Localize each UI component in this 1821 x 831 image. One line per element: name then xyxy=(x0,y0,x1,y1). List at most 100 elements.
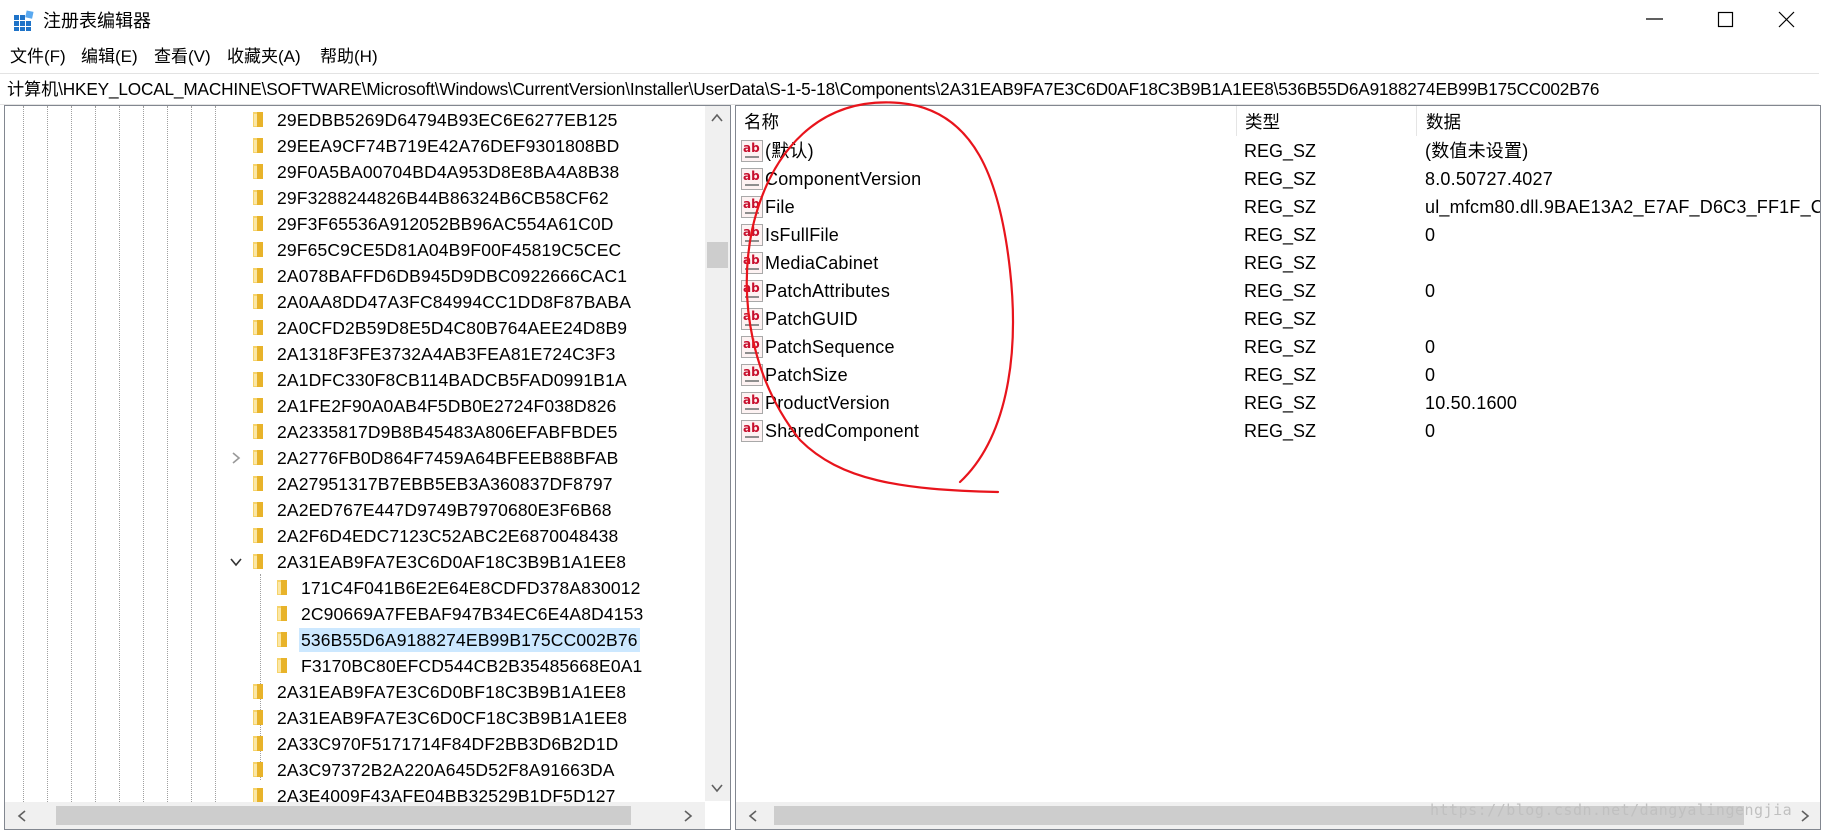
value-name: File xyxy=(765,197,795,217)
tree-item-label: 2A31EAB9FA7E3C6D0CF18C3B9B1A1EE8 xyxy=(277,708,628,728)
tree-item[interactable]: 2A2335817D9B8B45483A806EFABFBDE5 xyxy=(5,419,705,445)
tree-item[interactable]: 2A31EAB9FA7E3C6D0BF18C3B9B1A1EE8 xyxy=(5,679,705,705)
folder-icon xyxy=(253,294,263,309)
column-header-data[interactable]: 数据 xyxy=(1426,110,1461,134)
tree-item-label: 2A1DFC330F8CB114BADCB5FAD0991B1A xyxy=(277,370,627,390)
value-data: 0 xyxy=(1425,281,1436,301)
folder-icon xyxy=(253,762,263,777)
tree-item[interactable]: 2C90669A7FEBAF947B34EC6E4A8D4153 xyxy=(5,601,705,627)
scroll-down-icon[interactable] xyxy=(710,781,724,795)
tree-item-label: 2C90669A7FEBAF947B34EC6E4A8D4153 xyxy=(301,604,644,624)
tree-item-label: 536B55D6A9188274EB99B175CC002B76 xyxy=(299,628,640,652)
tree-item[interactable]: 2A0AA8DD47A3FC84994CC1DD8F87BABA xyxy=(5,289,705,315)
column-header-type[interactable]: 类型 xyxy=(1245,110,1280,134)
value-row[interactable]: ab File REG_SZ ul_mfcm80.dll.9BAE13A2_E7AF_… xyxy=(736,193,1820,221)
value-row[interactable]: ab ProductVersion REG_SZ 10.50.1600 xyxy=(736,389,1820,417)
tree-item[interactable]: 2A1FE2F90A0AB4F5DB0E2724F038D826 xyxy=(5,393,705,419)
folder-icon xyxy=(277,632,287,647)
value-row[interactable]: ab SharedComponent REG_SZ 0 xyxy=(736,417,1820,445)
string-value-icon-glyph: ab xyxy=(743,169,760,183)
value-row[interactable]: ab ComponentVersion REG_SZ 8.0.50727.4027 xyxy=(736,165,1820,193)
column-separator[interactable] xyxy=(1416,106,1417,136)
tree-item[interactable]: 2A1318F3FE3732A4AB3FEA81E724C3F3 xyxy=(5,341,705,367)
scroll-up-icon[interactable] xyxy=(710,111,724,125)
string-value-icon-glyph: ab xyxy=(743,141,760,155)
scroll-right-icon[interactable] xyxy=(681,809,695,823)
tree-item[interactable]: 29F0A5BA00704BD4A953D8E8BA4A8B38 xyxy=(5,159,705,185)
folder-icon xyxy=(253,372,263,387)
address-bar[interactable]: 计算机\HKEY_LOCAL_MACHINE\SOFTWARE\Microsof… xyxy=(0,73,1819,105)
tree-item[interactable]: 2A1DFC330F8CB114BADCB5FAD0991B1A xyxy=(5,367,705,393)
scroll-left-icon[interactable] xyxy=(15,809,29,823)
string-value-icon-glyph: ab xyxy=(743,393,760,407)
value-row[interactable]: ab (默认) REG_SZ (数值未设置) xyxy=(736,137,1820,165)
folder-icon xyxy=(253,736,263,751)
values-pane[interactable]: 名称 类型 数据 ab (默认) REG_SZ (数值未设置) ab ComponentV… xyxy=(735,105,1821,830)
tree-vertical-scrollbar[interactable] xyxy=(705,106,730,801)
address-path[interactable]: 计算机\HKEY_LOCAL_MACHINE\SOFTWARE\Microsof… xyxy=(7,78,1599,100)
tree-item-label: 2A31EAB9FA7E3C6D0BF18C3B9B1A1EE8 xyxy=(277,682,627,702)
chevron-down-icon[interactable] xyxy=(229,555,243,569)
tree-item[interactable]: 29F65C9CE5D81A04B9F00F45819C5CEC xyxy=(5,237,705,263)
tree-item-label: 29F3288244826B44B86324B6CB58CF62 xyxy=(277,188,609,208)
tree-item[interactable]: 2A3C97372B2A220A645D52F8A91663DA xyxy=(5,757,705,783)
tree-horizontal-scrollbar[interactable] xyxy=(5,802,705,829)
tree-item[interactable]: 29EEA9CF74B719E42A76DEF9301808BD xyxy=(5,133,705,159)
tree-item[interactable]: 2A31EAB9FA7E3C6D0AF18C3B9B1A1EE8 xyxy=(5,549,705,575)
tree-horizontal-scroll-thumb[interactable] xyxy=(56,806,631,825)
tree-item[interactable]: 2A2F6D4EDC7123C52ABC2E6870048438 xyxy=(5,523,705,549)
tree-item[interactable]: F3170BC80EFCD544CB2B35485668E0A1 xyxy=(5,653,705,679)
tree-item[interactable]: 29F3288244826B44B86324B6CB58CF62 xyxy=(5,185,705,211)
value-row[interactable]: ab PatchAttributes REG_SZ 0 xyxy=(736,277,1820,305)
tree-item[interactable]: 29EDBB5269D64794B93EC6E6277EB125 xyxy=(5,107,705,133)
folder-icon xyxy=(253,164,263,179)
maximize-icon xyxy=(1717,11,1734,28)
folder-icon xyxy=(253,138,263,153)
menu-favorites[interactable]: 收藏夹(A) xyxy=(225,46,303,68)
tree-item[interactable]: 171C4F041B6E2E64E8CDFD378A830012 xyxy=(5,575,705,601)
value-row[interactable]: ab IsFullFile REG_SZ 0 xyxy=(736,221,1820,249)
tree-item[interactable]: 2A2ED767E447D9749B7970680E3F6B68 xyxy=(5,497,705,523)
menu-view[interactable]: 查看(V) xyxy=(152,46,213,68)
menu-help[interactable]: 帮助(H) xyxy=(318,46,380,68)
value-row[interactable]: ab PatchSize REG_SZ 0 xyxy=(736,361,1820,389)
maximize-button[interactable] xyxy=(1690,0,1760,42)
key-tree-pane[interactable]: 29EDBB5269D64794B93EC6E6277EB125 29EEA9CF… xyxy=(4,105,731,830)
tree-item-label: 29EDBB5269D64794B93EC6E6277EB125 xyxy=(277,110,618,130)
tree-item[interactable]: 2A2776FB0D864F7459A64BFEEB88BFAB xyxy=(5,445,705,471)
folder-icon xyxy=(277,658,287,673)
string-value-icon: ab xyxy=(741,420,763,442)
value-data: ul_mfcm80.dll.9BAE13A2_E7AF_D6C3_FF1F_C xyxy=(1425,197,1821,217)
tree-item[interactable]: 2A0CFD2B59D8E5D4C80B764AEE24D8B9 xyxy=(5,315,705,341)
value-row[interactable]: ab PatchSequence REG_SZ 0 xyxy=(736,333,1820,361)
value-data: 0 xyxy=(1425,365,1436,385)
close-icon xyxy=(1778,11,1795,28)
tree-item[interactable]: 2A33C970F5171714F84DF2BB3D6B2D1D xyxy=(5,731,705,757)
folder-icon xyxy=(253,268,263,283)
tree-vertical-scroll-thumb[interactable] xyxy=(707,242,728,268)
scroll-left-icon[interactable] xyxy=(746,809,760,823)
regedit-app-icon xyxy=(14,10,34,31)
close-button[interactable] xyxy=(1751,0,1821,42)
tree-item-label: 2A31EAB9FA7E3C6D0AF18C3B9B1A1EE8 xyxy=(277,552,627,572)
tree-item[interactable]: 2A27951317B7EBB5EB3A360837DF8797 xyxy=(5,471,705,497)
column-header-name[interactable]: 名称 xyxy=(744,110,779,134)
scroll-right-icon[interactable] xyxy=(1798,809,1812,823)
value-name: MediaCabinet xyxy=(765,253,879,273)
string-value-icon-glyph: ab xyxy=(743,337,760,351)
menu-file[interactable]: 文件(F) xyxy=(8,46,68,68)
value-row[interactable]: ab PatchGUID REG_SZ xyxy=(736,305,1820,333)
tree-item[interactable]: 2A078BAFFD6DB945D9DBC0922666CAC1 xyxy=(5,263,705,289)
string-value-icon: ab xyxy=(741,196,763,218)
column-separator[interactable] xyxy=(1236,106,1237,136)
folder-icon xyxy=(277,580,287,595)
tree-item-label: 2A078BAFFD6DB945D9DBC0922666CAC1 xyxy=(277,266,628,286)
tree-item[interactable]: 536B55D6A9188274EB99B175CC002B76 xyxy=(5,627,705,653)
minimize-button[interactable] xyxy=(1620,0,1690,42)
menu-edit[interactable]: 编辑(E) xyxy=(79,46,140,68)
value-type: REG_SZ xyxy=(1244,253,1317,273)
tree-item[interactable]: 29F3F65536A912052BB96AC554A61C0D xyxy=(5,211,705,237)
tree-item[interactable]: 2A31EAB9FA7E3C6D0CF18C3B9B1A1EE8 xyxy=(5,705,705,731)
chevron-right-icon[interactable] xyxy=(229,451,243,465)
value-row[interactable]: ab MediaCabinet REG_SZ xyxy=(736,249,1820,277)
